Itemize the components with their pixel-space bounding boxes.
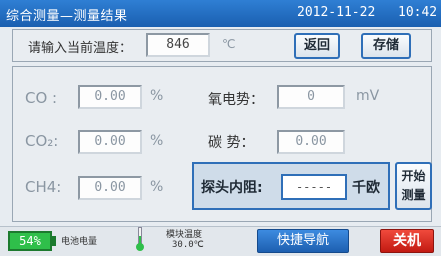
probe-resistance-box: 探头内阻: ----- 千欧 [192,162,390,210]
ch4-unit: % [150,179,164,195]
temperature-input-field[interactable]: 846 [146,33,210,57]
co-value: 0.00 [78,85,142,109]
co2-label: CO₂: [25,132,59,150]
time-display: 10:42 [398,5,438,20]
start-measurement-label-line1: 开始 [401,169,426,183]
module-temperature-label: 模块温度 [166,230,203,240]
back-button[interactable]: 返回 [294,33,340,59]
save-button[interactable]: 存储 [361,33,411,59]
probe-resistance-value: ----- [281,174,347,200]
ch4-value: 0.00 [78,176,142,200]
oxygen-potential-label: 氧电势： [208,92,264,108]
title-bar: 综合测量—测量结果 2012-11-22 10:42 [0,0,441,27]
temperature-input-label: 请输入当前温度： [28,41,133,56]
co-unit: % [150,88,164,104]
start-measurement-label-line2: 测量 [401,188,426,202]
module-temperature-value: 30.0℃ [172,240,204,250]
carbon-potential-value: 0.00 [277,130,345,154]
battery-icon: 54% [8,231,52,251]
carbon-potential-label: 碳 势： [208,135,255,151]
battery-label: 电池电量 [61,237,98,247]
measurement-results-screen: 综合测量—测量结果 2012-11-22 10:42 请输入当前温度： 846 … [0,0,441,256]
probe-resistance-unit: 千欧 [352,180,380,196]
oxygen-potential-unit: mV [356,88,380,104]
oxygen-potential-value: 0 [277,85,345,109]
ch4-label: CH4: [25,178,62,196]
probe-resistance-label: 探头内阻: [201,180,263,196]
temperature-unit: ℃ [222,37,236,51]
co2-unit: % [150,133,164,149]
start-measurement-button[interactable]: 开始 测量 [395,162,432,210]
co-label: CO : [25,89,58,107]
co2-value: 0.00 [78,130,142,154]
power-off-button[interactable]: 关机 [380,229,434,253]
page-title: 综合测量—测量结果 [6,9,128,24]
battery-tip [52,236,56,246]
thermometer-icon [136,227,144,251]
quick-navigation-button[interactable]: 快捷导航 [257,229,349,253]
date-display: 2012-11-22 [297,5,376,20]
